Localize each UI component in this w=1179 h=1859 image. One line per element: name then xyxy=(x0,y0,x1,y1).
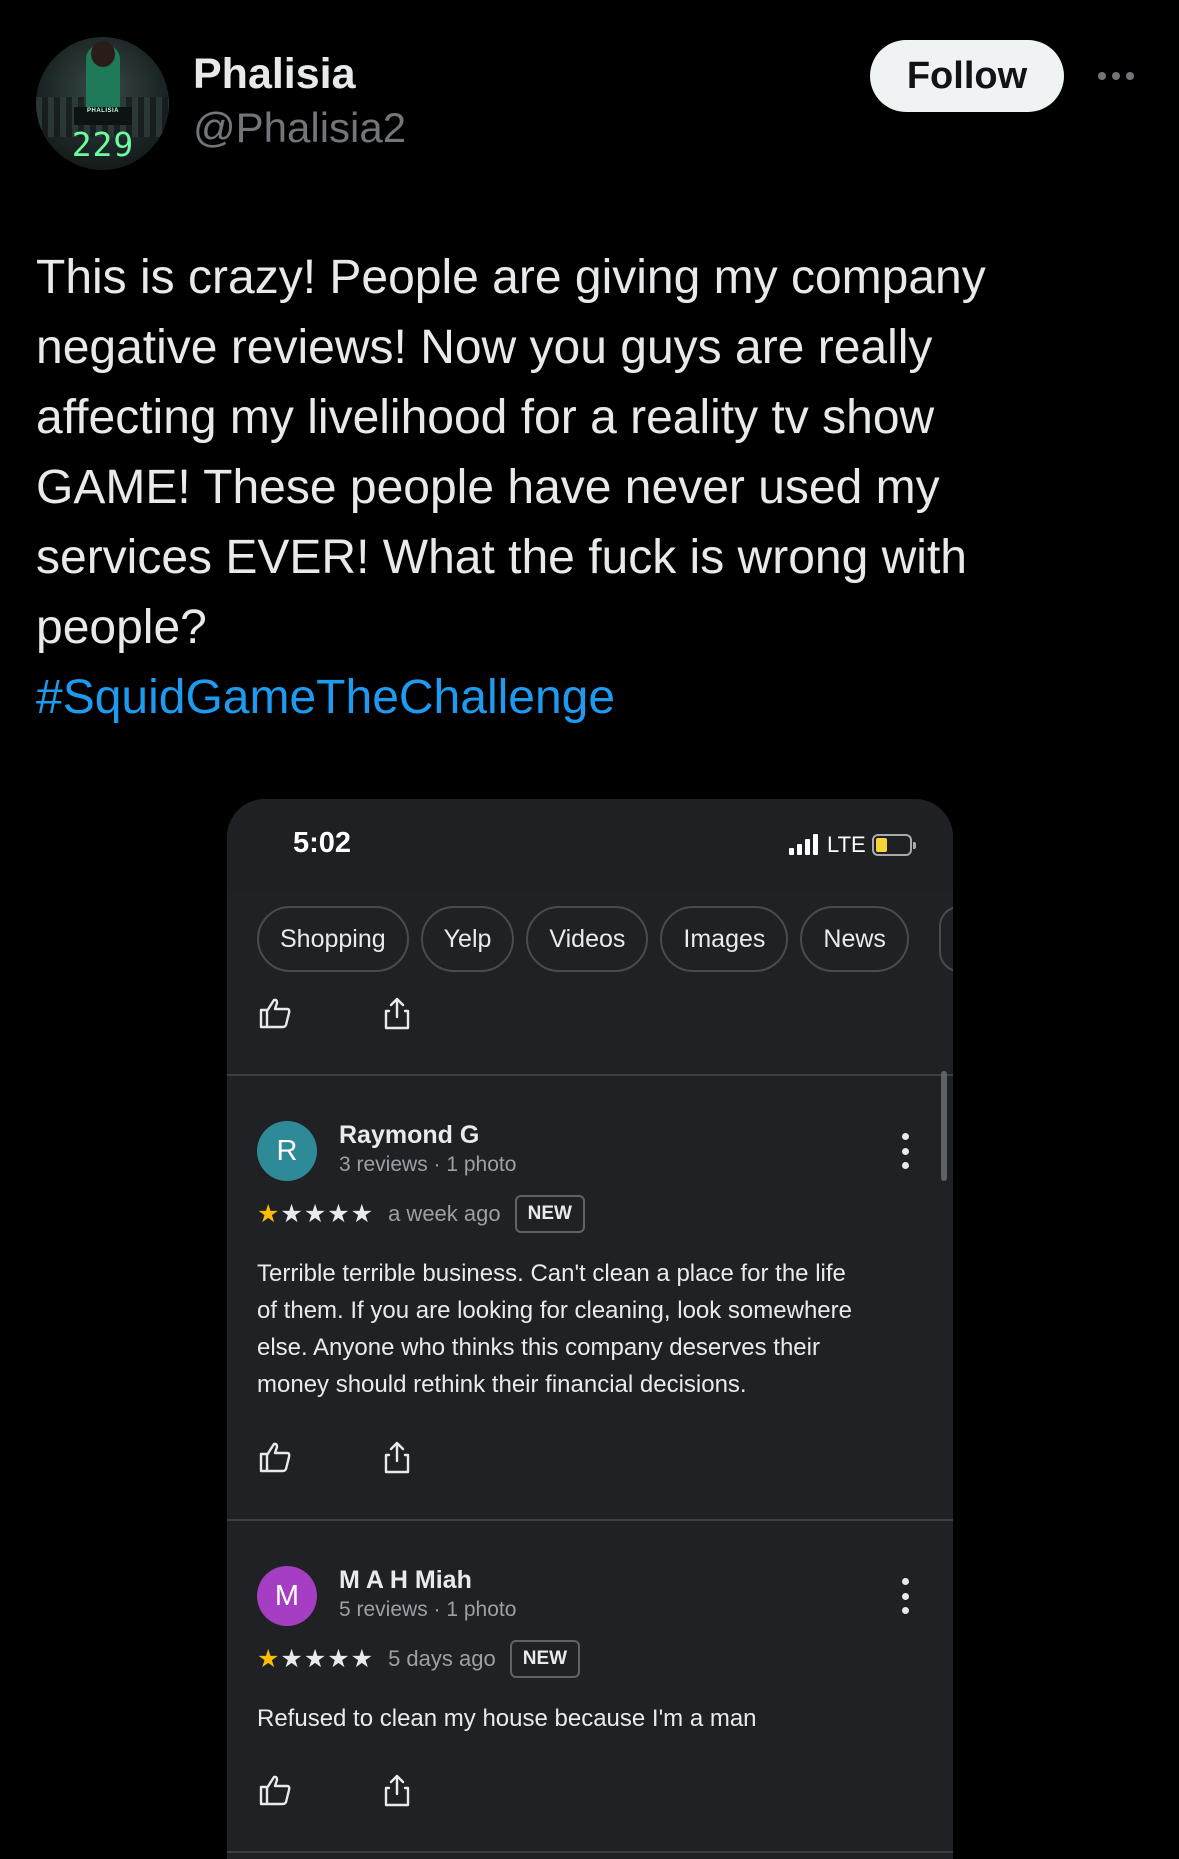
review-line: Terrible terrible business. Can't clean … xyxy=(257,1260,846,1287)
more-vert-icon[interactable] xyxy=(899,1133,911,1169)
chip-images[interactable]: Images xyxy=(660,906,789,972)
review-text: Refused to clean my house because I'm a … xyxy=(257,1700,927,1737)
review-line: of them. If you are looking for cleaning… xyxy=(257,1297,852,1324)
share-icon[interactable] xyxy=(379,995,415,1031)
tweet-line: affecting my livelihood for a reality tv… xyxy=(36,391,935,444)
tweet-line: services EVER! What the fuck is wrong wi… xyxy=(36,531,967,584)
thumbs-up-icon[interactable] xyxy=(257,995,293,1031)
more-vert-icon[interactable] xyxy=(899,1578,911,1614)
share-icon[interactable] xyxy=(379,1772,415,1808)
thumbs-up-icon[interactable] xyxy=(257,1772,293,1808)
reviewer-meta: 5 reviews · 1 photo xyxy=(339,1598,517,1621)
reviewer-meta: 3 reviews · 1 photo xyxy=(339,1153,517,1176)
scrollbar[interactable] xyxy=(941,1071,947,1181)
review-line: else. Anyone who thinks this company des… xyxy=(257,1334,820,1361)
reviewer-avatar[interactable]: M xyxy=(257,1566,317,1626)
battery-icon xyxy=(872,834,916,856)
reviewer-avatar[interactable]: R xyxy=(257,1121,317,1181)
divider xyxy=(227,1851,953,1853)
tweet-line: negative reviews! Now you guys are reall… xyxy=(36,321,933,374)
new-badge: NEW xyxy=(509,1640,581,1678)
network-label: LTE xyxy=(827,832,866,857)
review-actions xyxy=(257,1439,415,1475)
status-bar: 5:02 LTE xyxy=(227,799,953,891)
divider xyxy=(227,1519,953,1521)
star-rating: ★★★★★ xyxy=(257,1200,375,1228)
avatar-number: 229 xyxy=(71,125,135,164)
review-actions xyxy=(257,1772,415,1808)
hashtag-link[interactable]: #SquidGameTheChallenge xyxy=(36,663,1146,733)
more-options-icon[interactable] xyxy=(1094,62,1138,90)
chip-partial[interactable] xyxy=(939,906,953,972)
tweet-text: This is crazy! People are giving my comp… xyxy=(36,243,1146,733)
rating-row: ★★★★★ 5 days ago NEW xyxy=(257,1640,581,1678)
tweet-line: GAME! These people have never used my xyxy=(36,461,940,514)
new-badge: NEW xyxy=(514,1195,585,1233)
search-filter-chips: Shopping Yelp Videos Images News xyxy=(257,906,909,972)
tweet-line: people? xyxy=(36,601,207,654)
avatar[interactable]: PHALISIA 229 xyxy=(36,37,169,170)
reviewer-name[interactable]: Raymond G xyxy=(339,1121,479,1150)
attached-screenshot[interactable]: 5:02 LTE Shopping Yelp Videos Images New… xyxy=(227,799,953,1859)
chip-news[interactable]: News xyxy=(800,906,909,972)
review-line: money should rethink their financial dec… xyxy=(257,1371,747,1398)
status-time: 5:02 xyxy=(293,827,352,859)
review-date: 5 days ago xyxy=(388,1646,496,1671)
chip-shopping[interactable]: Shopping xyxy=(257,906,409,972)
display-name[interactable]: Phalisia xyxy=(193,50,356,99)
review-text: Terrible terrible business. Can't clean … xyxy=(257,1255,927,1403)
user-handle[interactable]: @Phalisia2 xyxy=(193,104,406,152)
reviewer-name[interactable]: M A H Miah xyxy=(339,1566,472,1595)
avatar-head xyxy=(91,41,115,67)
share-icon[interactable] xyxy=(379,1439,415,1475)
tweet-line: This is crazy! People are giving my comp… xyxy=(36,251,986,304)
tweet-header: PHALISIA 229 Phalisia @Phalisia2 Follow xyxy=(0,0,1179,180)
chip-yelp[interactable]: Yelp xyxy=(420,906,515,972)
star-rating: ★★★★★ xyxy=(257,1645,375,1673)
review-date: a week ago xyxy=(388,1201,501,1226)
avatar-plate: PHALISIA xyxy=(74,107,132,125)
chip-videos[interactable]: Videos xyxy=(526,906,649,972)
rating-row: ★★★★★ a week ago NEW xyxy=(257,1195,585,1233)
signal-icon xyxy=(789,833,818,855)
thumbs-up-icon[interactable] xyxy=(257,1439,293,1475)
divider xyxy=(227,1074,953,1076)
review-actions xyxy=(257,995,415,1031)
review-line: Refused to clean my house because I'm a … xyxy=(257,1705,757,1732)
follow-button[interactable]: Follow xyxy=(870,40,1064,112)
avatar-plate-text: PHALISIA xyxy=(86,108,119,114)
